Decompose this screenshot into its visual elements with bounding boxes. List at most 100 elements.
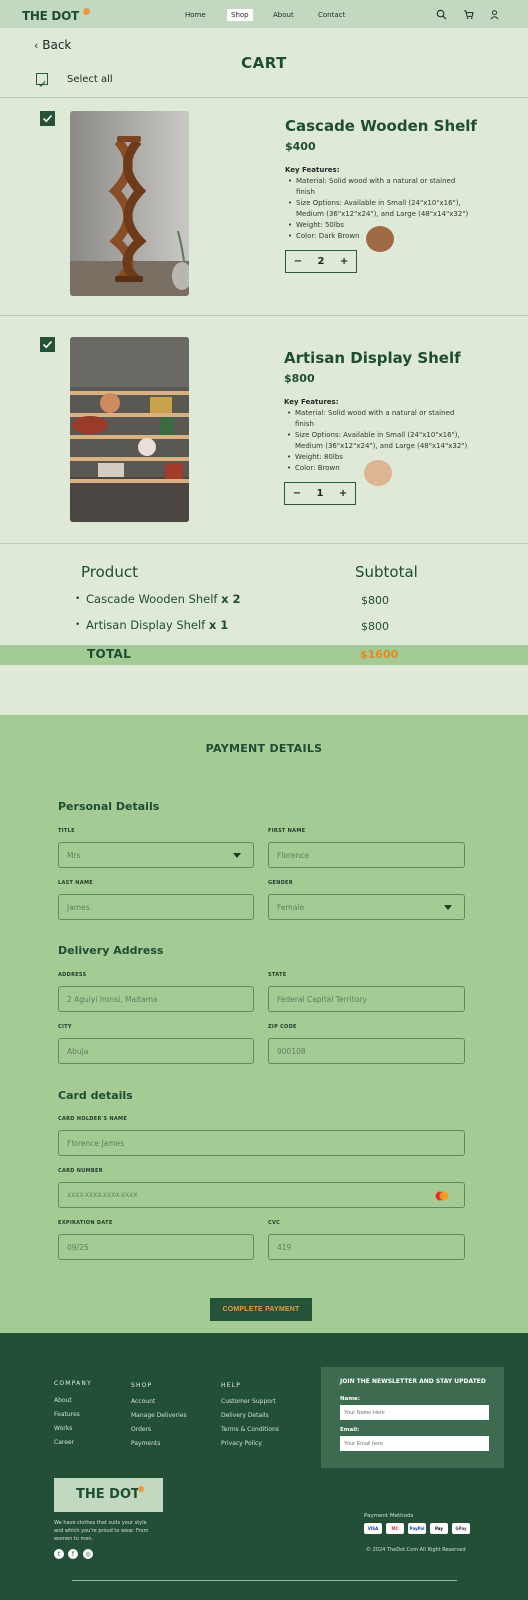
facebook-icon[interactable]: f bbox=[68, 1549, 78, 1559]
nav-about-link[interactable]: About bbox=[273, 11, 294, 19]
newsletter-name-input[interactable] bbox=[340, 1405, 489, 1420]
address-label: ADDRESS bbox=[58, 972, 87, 978]
card-holder-field[interactable]: Florence James bbox=[58, 1130, 465, 1156]
logo-dot bbox=[83, 8, 90, 15]
footer-link-privacy[interactable]: Privacy Policy bbox=[221, 1440, 262, 1447]
last-name-field[interactable]: James bbox=[58, 894, 254, 920]
caret-down-icon bbox=[233, 853, 241, 858]
instagram-icon[interactable]: ◎ bbox=[83, 1549, 93, 1559]
nav-contact-link[interactable]: Contact bbox=[318, 11, 345, 19]
color-swatch[interactable] bbox=[366, 226, 394, 252]
product-title[interactable]: Artisan Display Shelf bbox=[284, 349, 461, 367]
divider bbox=[0, 315, 528, 316]
title-select[interactable]: Mrs bbox=[58, 842, 254, 868]
last-name-label: LAST NAME bbox=[58, 880, 93, 886]
cvc-field[interactable]: 419 bbox=[268, 1234, 465, 1260]
minus-button[interactable]: − bbox=[293, 488, 301, 499]
select-all-checkbox[interactable] bbox=[36, 73, 48, 87]
footer-link-terms[interactable]: Terms & Conditions bbox=[221, 1426, 279, 1433]
search-icon[interactable] bbox=[436, 9, 447, 20]
newsletter-email-label: Email: bbox=[340, 1427, 360, 1433]
twitter-icon[interactable]: t bbox=[54, 1549, 64, 1559]
payment-title: PAYMENT DETAILS bbox=[205, 742, 323, 755]
product-image-cascade-shelf[interactable] bbox=[70, 111, 189, 296]
quantity-value: 2 bbox=[317, 256, 325, 267]
card-number-value: XXXX-XXXX-XXXX-XXXX bbox=[67, 1191, 138, 1199]
product-checkbox[interactable] bbox=[40, 337, 55, 352]
visa-icon: VISA bbox=[364, 1523, 382, 1534]
payment-methods-title: Payment Methods bbox=[364, 1513, 414, 1519]
back-link[interactable]: ‹ Back bbox=[34, 38, 71, 52]
product-price: $400 bbox=[285, 140, 316, 153]
footer-link-delivery-details[interactable]: Delivery Details bbox=[221, 1412, 269, 1419]
bullet: • bbox=[75, 620, 81, 630]
feature-item: Size Options: Available in Small (24"x10… bbox=[285, 430, 470, 452]
complete-payment-button[interactable]: COMPLETE PAYMENT bbox=[210, 1298, 312, 1321]
quantity-value: 1 bbox=[316, 488, 324, 499]
mastercard-icon bbox=[435, 1191, 449, 1201]
footer-link-about[interactable]: About bbox=[54, 1397, 72, 1404]
state-field[interactable]: Federal Capital Territory bbox=[268, 986, 465, 1012]
last-name-value: James bbox=[67, 902, 90, 912]
divider bbox=[0, 543, 528, 544]
first-name-field[interactable]: Florence bbox=[268, 842, 465, 868]
product-price: $800 bbox=[284, 372, 315, 385]
gender-select[interactable]: Female bbox=[268, 894, 465, 920]
personal-details-title: Personal Details bbox=[58, 800, 160, 813]
color-swatch[interactable] bbox=[364, 460, 392, 486]
total-label: TOTAL bbox=[87, 647, 132, 661]
footer-link-orders[interactable]: Orders bbox=[131, 1426, 151, 1433]
page-title: CART bbox=[241, 54, 287, 72]
footer-link-works[interactable]: Works bbox=[54, 1425, 72, 1432]
product-checkbox[interactable] bbox=[40, 111, 55, 126]
nav-home-link[interactable]: Home bbox=[185, 11, 206, 19]
plus-button[interactable]: + bbox=[340, 256, 348, 267]
feature-item: Material: Solid wood with a natural or s… bbox=[285, 408, 470, 430]
product-image-artisan-shelf[interactable] bbox=[70, 337, 189, 522]
footer-link-features[interactable]: Features bbox=[54, 1411, 80, 1418]
logo[interactable]: THE DOT bbox=[22, 9, 79, 23]
user-icon[interactable] bbox=[489, 9, 500, 20]
back-label: Back bbox=[42, 38, 72, 52]
divider bbox=[0, 97, 528, 98]
summary-item: Cascade Wooden Shelf x 2 bbox=[86, 592, 241, 606]
expiry-label: EXPIRATION DATE bbox=[58, 1220, 113, 1226]
newsletter-name-label: Name: bbox=[340, 1396, 360, 1402]
city-field[interactable]: Abuja bbox=[58, 1038, 254, 1064]
bullet: • bbox=[75, 594, 81, 604]
expiry-field[interactable]: 09/25 bbox=[58, 1234, 254, 1260]
footer-link-manage-deliveries[interactable]: Manage Deliveries bbox=[131, 1412, 187, 1419]
newsletter-email-input[interactable] bbox=[340, 1436, 489, 1451]
product-title[interactable]: Cascade Wooden Shelf bbox=[285, 117, 477, 135]
footer-tagline: We have clothes that suits your style an… bbox=[54, 1520, 149, 1542]
footer-link-career[interactable]: Career bbox=[54, 1439, 74, 1446]
nav-shop-link[interactable]: Shop bbox=[227, 9, 253, 21]
quantity-stepper: − 1 + bbox=[284, 482, 356, 505]
address-field[interactable]: 2 Aguiyi Ironsi, Maitama bbox=[58, 986, 254, 1012]
card-holder-value: Florence James bbox=[67, 1138, 125, 1148]
footer-shop-title: SHOP bbox=[131, 1382, 153, 1389]
zip-field[interactable]: 900108 bbox=[268, 1038, 465, 1064]
total-bar bbox=[0, 645, 528, 665]
first-name-label: FIRST NAME bbox=[268, 828, 306, 834]
google-pay-icon: GPay bbox=[452, 1523, 470, 1534]
footer-link-account[interactable]: Account bbox=[131, 1398, 155, 1405]
select-all-label: Select all bbox=[67, 74, 113, 85]
card-number-field[interactable]: XXXX-XXXX-XXXX-XXXX bbox=[58, 1182, 465, 1208]
quantity-stepper: − 2 + bbox=[285, 250, 357, 273]
cart-icon[interactable] bbox=[463, 9, 474, 20]
gender-value: Female bbox=[277, 902, 305, 912]
minus-button[interactable]: − bbox=[294, 256, 302, 267]
footer-divider bbox=[72, 1580, 457, 1581]
cvc-value: 419 bbox=[277, 1242, 292, 1252]
plus-button[interactable]: + bbox=[339, 488, 347, 499]
summary-item-mult: x 2 bbox=[221, 592, 241, 606]
summary-item-value: $800 bbox=[361, 620, 389, 633]
gender-label: GENDER bbox=[268, 880, 293, 886]
check-icon bbox=[38, 81, 46, 87]
footer-link-customer-support[interactable]: Customer Support bbox=[221, 1398, 276, 1405]
footer-logo[interactable]: THE DOT bbox=[76, 1487, 140, 1502]
footer-logo-dot bbox=[138, 1486, 144, 1492]
footer-link-payments[interactable]: Payments bbox=[131, 1440, 160, 1447]
check-icon bbox=[42, 114, 53, 123]
